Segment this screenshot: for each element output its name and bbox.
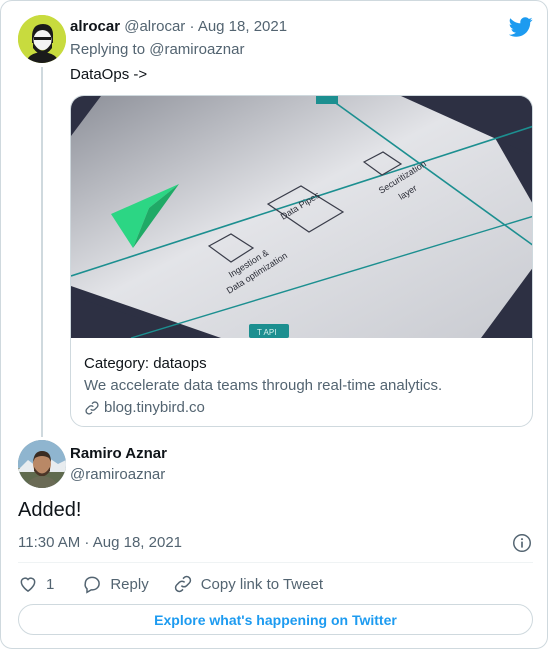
link-icon [85, 401, 99, 415]
parent-tweet-text: DataOps -> [70, 66, 148, 83]
tweet-text: Added! [18, 499, 82, 521]
heart-icon [20, 577, 36, 592]
twitter-bird-icon[interactable] [509, 15, 533, 39]
reply-button[interactable]: Reply [82, 574, 149, 594]
divider [18, 562, 533, 563]
link-preview-card[interactable]: Data Pipes Ingestion & Data optimization… [70, 95, 533, 427]
author-handle[interactable]: @ramiroaznar [70, 466, 165, 483]
avatar-photo [18, 440, 66, 488]
tweet-actions: 1 Reply Copy link to Tweet [18, 571, 323, 597]
copy-link-button[interactable]: Copy link to Tweet [173, 574, 323, 594]
link-title: Category: dataops [84, 355, 207, 372]
author-handle[interactable]: @alrocar [124, 18, 185, 35]
link-domain: blog.tinybird.co [104, 399, 205, 416]
like-button[interactable]: 1 [18, 574, 54, 594]
avatar[interactable] [18, 15, 66, 63]
link-domain-row: blog.tinybird.co [84, 397, 520, 419]
tweet-timestamp[interactable]: 11:30 AM · Aug 18, 2021 [18, 534, 182, 551]
reply-icon [84, 576, 101, 594]
copy-link-label: Copy link to Tweet [200, 575, 323, 593]
avatar-illustration [18, 15, 66, 63]
replying-to-handle[interactable]: @ramiroaznar [149, 41, 244, 58]
tweet-date[interactable]: Aug 18, 2021 [198, 18, 287, 35]
explore-twitter-button[interactable]: Explore what's happening on Twitter [18, 604, 533, 635]
link-icon [174, 575, 191, 593]
author-name[interactable]: alrocar [70, 18, 120, 35]
avatar[interactable] [18, 440, 66, 488]
tweet-embed-card: alrocar @alrocar · Aug 18, 2021 Replying… [0, 0, 548, 649]
link-preview-image: Data Pipes Ingestion & Data optimization… [71, 96, 532, 338]
replying-to-line: Replying to @ramiroaznar [70, 41, 244, 58]
info-icon[interactable] [511, 532, 533, 554]
replying-to-label: Replying to [70, 41, 146, 58]
separator-dot: · [189, 18, 195, 35]
parent-tweet-header: alrocar @alrocar · Aug 18, 2021 [70, 18, 287, 36]
thread-connector-line [41, 67, 43, 437]
link-description: We accelerate data teams through real-ti… [84, 377, 443, 394]
like-count: 1 [46, 575, 55, 593]
image-label-api: T API [257, 328, 276, 337]
reply-label: Reply [110, 575, 149, 593]
author-name[interactable]: Ramiro Aznar [70, 445, 167, 462]
link-preview-meta: Category: dataops We accelerate data tea… [84, 353, 520, 419]
